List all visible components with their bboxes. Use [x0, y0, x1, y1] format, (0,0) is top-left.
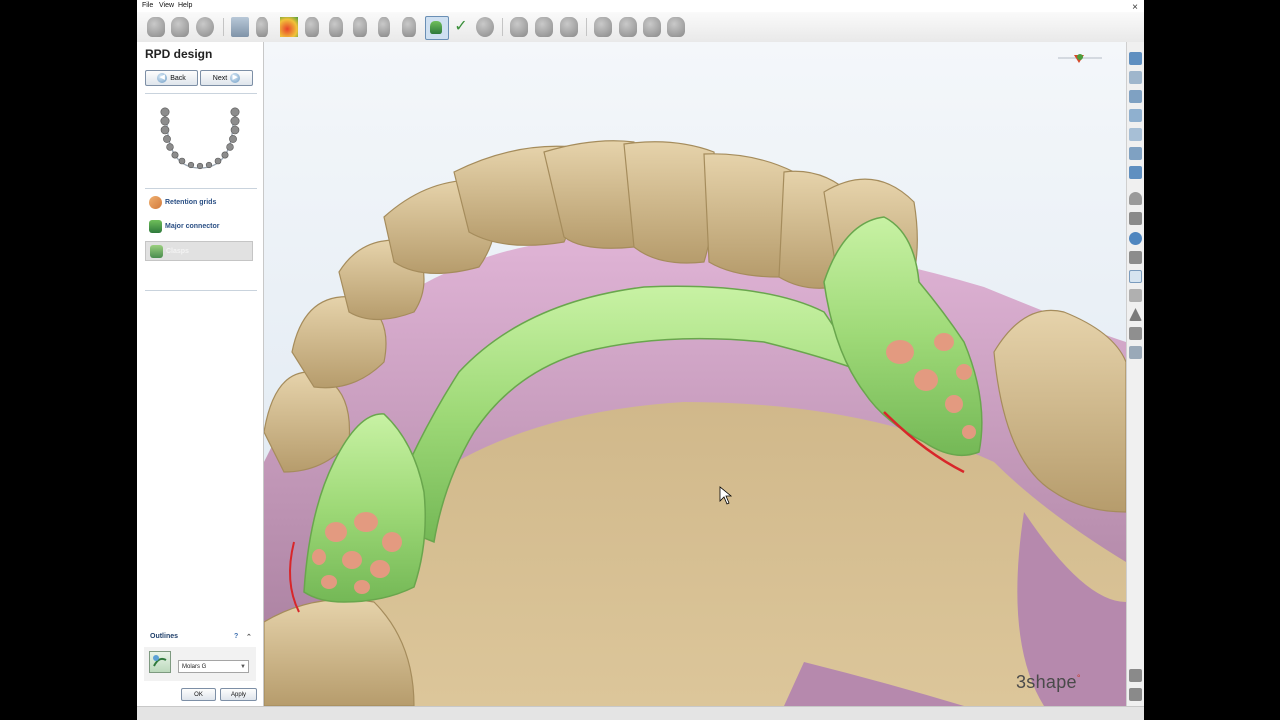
chevron-down-icon: ▼ — [240, 664, 246, 670]
menu-help[interactable]: Help — [178, 2, 192, 9]
view-front-icon[interactable] — [1129, 52, 1142, 65]
logo-mark-icon: ° — [1076, 673, 1081, 683]
measure-icon[interactable] — [619, 17, 637, 37]
tooth-chart[interactable] — [153, 104, 247, 176]
clip-icon[interactable] — [1129, 192, 1142, 205]
toolbar-separator — [223, 18, 224, 36]
print-icon[interactable] — [1129, 251, 1142, 264]
move-icon[interactable] — [510, 17, 528, 37]
transparency-icon[interactable] — [1129, 289, 1142, 302]
pen-icon[interactable] — [1129, 232, 1142, 245]
step-label: Major connector — [165, 222, 220, 230]
step-retention-grids[interactable]: Retention grids — [145, 192, 253, 212]
retention-grid-icon — [149, 195, 162, 209]
outline-select-value: Molars G — [182, 664, 207, 670]
view-iso-icon[interactable] — [1129, 166, 1142, 179]
tooth-icon[interactable] — [378, 17, 390, 37]
step-label: Retention grids — [165, 198, 217, 206]
paint-icon[interactable] — [280, 17, 298, 37]
outlines-title: Outlines — [150, 633, 179, 640]
outlines-header[interactable]: Outlines ? ⌃ — [142, 631, 258, 645]
back-button[interactable]: ◀ Back — [145, 70, 198, 86]
dental-model[interactable] — [264, 42, 1126, 706]
next-button[interactable]: Next ▶ — [200, 70, 253, 86]
tooth-icon[interactable] — [402, 17, 416, 37]
globe-icon[interactable] — [476, 17, 494, 37]
toolbar-separator — [502, 18, 503, 36]
menu-bar: File View Help × — [137, 0, 1144, 13]
axis-icon[interactable] — [1129, 346, 1142, 359]
help-icon[interactable]: ? — [234, 633, 238, 640]
divider — [145, 290, 257, 291]
panel-title: RPD design — [145, 47, 213, 61]
view-top-icon[interactable] — [1129, 128, 1142, 141]
rpd-icon[interactable] — [425, 16, 449, 40]
tooth-icon[interactable] — [329, 17, 343, 37]
outline-tool-icon[interactable] — [149, 651, 171, 673]
cube-icon[interactable] — [1129, 327, 1142, 340]
collapse-icon[interactable]: ⌃ — [246, 633, 252, 641]
scanner-icon[interactable] — [231, 17, 249, 37]
orientation-indicator — [1058, 54, 1102, 63]
application-window: File View Help × ✓ RPD design ◀ Back Nex… — [137, 0, 1144, 720]
view-back-icon[interactable] — [1129, 71, 1142, 84]
warning-icon[interactable] — [1129, 308, 1142, 321]
arrow-left-icon: ◀ — [157, 73, 168, 83]
measure-icon[interactable] — [594, 17, 612, 37]
outlines-group: Molars G ▼ — [144, 647, 256, 681]
wizard-panel: RPD design ◀ Back Next ▶ Retention grids — [137, 42, 264, 706]
status-bar — [137, 706, 1144, 720]
view-bottom-icon[interactable] — [1129, 147, 1142, 160]
brand-logo-text: 3shape — [1016, 672, 1077, 692]
step-label: Clasps — [166, 247, 189, 255]
view-left-icon[interactable] — [1129, 90, 1142, 103]
tooth-icon[interactable] — [305, 17, 319, 37]
view-right-icon[interactable] — [1129, 109, 1142, 122]
disc-icon[interactable] — [196, 17, 214, 37]
3d-viewport[interactable]: 3shape° — [264, 42, 1126, 706]
menu-file[interactable]: File — [142, 2, 153, 9]
step-clasps[interactable]: Clasps — [145, 241, 253, 261]
outline-select[interactable]: Molars G ▼ — [178, 660, 249, 673]
arrow-right-icon: ▶ — [230, 73, 241, 83]
ok-button[interactable]: OK — [181, 688, 216, 701]
menu-view[interactable]: View — [159, 2, 174, 9]
brand-logo: 3shape° — [1016, 672, 1081, 693]
sculpt-icon[interactable] — [535, 17, 553, 37]
toolbar-separator — [586, 18, 587, 36]
next-button-label: Next — [212, 74, 228, 82]
sculpt-icon[interactable] — [560, 17, 578, 37]
tooth-icon[interactable] — [353, 17, 367, 37]
measure-icon[interactable] — [1129, 669, 1142, 682]
model-icon[interactable] — [171, 17, 189, 37]
measure-icon[interactable] — [643, 17, 661, 37]
clasp-icon — [150, 244, 163, 258]
cut-icon[interactable] — [667, 17, 685, 37]
back-button-label: Back — [170, 74, 186, 82]
arrow-down-icon[interactable] — [147, 17, 165, 37]
divider — [145, 93, 257, 94]
apply-button[interactable]: Apply — [220, 688, 257, 701]
section-icon[interactable] — [1129, 212, 1142, 225]
tooth-icon[interactable] — [256, 17, 268, 37]
view-toolbar — [1126, 42, 1144, 706]
check-icon[interactable]: ✓ — [452, 17, 470, 37]
main-toolbar: ✓ — [137, 12, 1144, 43]
divider — [145, 188, 257, 189]
step-major-connector[interactable]: Major connector — [145, 216, 253, 236]
snapshot-icon[interactable] — [1129, 688, 1142, 701]
major-connector-icon — [149, 219, 162, 233]
visibility-icon[interactable] — [1129, 270, 1142, 283]
